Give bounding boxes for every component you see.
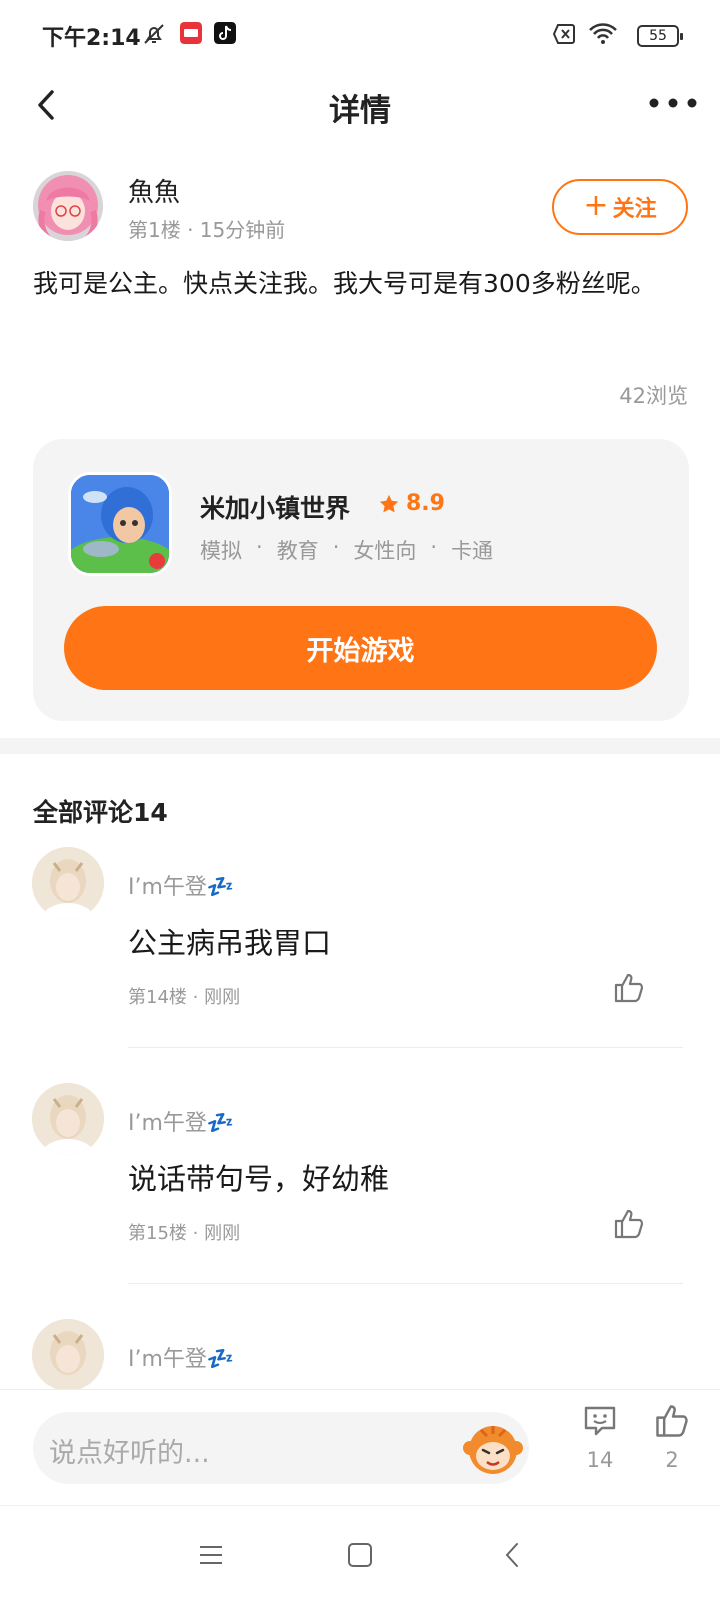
status-time: 下午2:14 bbox=[42, 26, 141, 51]
comment-meta: 第15楼 · 刚刚 bbox=[128, 1223, 241, 1244]
comments-title: 全部评论14 bbox=[33, 798, 168, 827]
comment-divider bbox=[128, 1047, 683, 1048]
comment-input[interactable]: 说点好听的... bbox=[33, 1412, 529, 1484]
page-title: 详情 bbox=[329, 93, 391, 129]
game-tag: 模拟 bbox=[200, 539, 242, 563]
comment-bubble-icon bbox=[584, 1406, 616, 1436]
tag-separator: · bbox=[256, 535, 263, 559]
follow-label: 关注 bbox=[612, 197, 657, 222]
comment-divider bbox=[128, 1283, 683, 1284]
more-dots-icon[interactable] bbox=[648, 92, 698, 114]
wifi-icon bbox=[589, 23, 617, 44]
comment-text: 公主病吊我胃口 bbox=[128, 926, 332, 960]
post-meta: 第1楼 · 15分钟前 bbox=[128, 218, 286, 242]
comment-bar: 说点好听的... 14 2 bbox=[0, 1389, 720, 1505]
star-icon bbox=[379, 494, 399, 512]
follow-button[interactable]: + 关注 bbox=[552, 179, 688, 235]
tag-separator: · bbox=[332, 535, 340, 559]
no-sim-icon bbox=[552, 24, 575, 44]
game-rating: 8.9 bbox=[378, 491, 445, 516]
thumbs-up-icon[interactable] bbox=[612, 971, 646, 1005]
comment-count-button[interactable]: 14 bbox=[575, 1402, 625, 1472]
home-square-icon[interactable] bbox=[345, 1540, 375, 1570]
rating-value: 8.9 bbox=[406, 491, 445, 516]
commenter-avatar[interactable] bbox=[32, 1083, 104, 1155]
like-count-button[interactable]: 2 bbox=[647, 1402, 697, 1472]
app-red-icon bbox=[180, 22, 202, 44]
menu-icon[interactable] bbox=[196, 1540, 226, 1570]
like-count: 2 bbox=[665, 1448, 679, 1472]
thumbs-up-icon[interactable] bbox=[612, 1207, 646, 1241]
thumbs-up-icon bbox=[656, 1405, 688, 1437]
section-divider bbox=[0, 738, 720, 754]
comment-count: 14 bbox=[586, 1448, 614, 1472]
back-icon[interactable] bbox=[498, 1540, 528, 1570]
post-content: 我可是公主。快点关注我。我大号可是有300多粉丝呢。 bbox=[33, 269, 656, 298]
comment-input-placeholder: 说点好听的... bbox=[49, 1438, 210, 1469]
comment-meta: 第14楼 · 刚刚 bbox=[128, 987, 241, 1008]
game-tag: 女性向 bbox=[353, 539, 417, 563]
game-tag: 卡通 bbox=[451, 539, 494, 563]
game-tag: 教育 bbox=[276, 539, 319, 563]
status-bar: 下午2:14 55 bbox=[0, 0, 720, 70]
commenter-name[interactable]: I’m午登💤 bbox=[128, 1105, 234, 1137]
monkey-mascot-icon[interactable] bbox=[463, 1418, 523, 1478]
comment-item: I’m午登💤 说话带句号，好幼稚 第15楼 · 刚刚 bbox=[0, 1083, 720, 1323]
system-nav-bar bbox=[0, 1505, 720, 1600]
author-name[interactable]: 魚魚 bbox=[128, 172, 180, 209]
author-avatar[interactable] bbox=[33, 171, 103, 241]
comment-item: I’m午登💤 公主病吊我胃口 第14楼 · 刚刚 bbox=[0, 847, 720, 1087]
tiktok-icon bbox=[214, 22, 236, 44]
view-count: 42浏览 bbox=[619, 384, 688, 408]
tag-separator: · bbox=[430, 535, 438, 559]
battery-indicator: 55 bbox=[637, 25, 683, 47]
commenter-name[interactable]: I’m午登💤 bbox=[128, 1341, 234, 1373]
plus-icon: + bbox=[583, 187, 609, 223]
top-header: 详情 bbox=[0, 70, 720, 160]
commenter-avatar[interactable] bbox=[32, 1319, 104, 1391]
game-app-icon[interactable] bbox=[68, 472, 172, 576]
comment-text: 说话带句号，好幼稚 bbox=[128, 1162, 390, 1196]
commenter-avatar[interactable] bbox=[32, 847, 104, 919]
game-name: 米加小镇世界 bbox=[200, 494, 351, 523]
play-game-button[interactable]: 开始游戏 bbox=[64, 606, 657, 690]
game-card[interactable]: 米加小镇世界 8.9 模拟 · 教育 · 女性向 · 卡通 开始游戏 bbox=[33, 439, 689, 721]
game-tags: 模拟 · 教育 · 女性向 · 卡通 bbox=[200, 535, 493, 565]
bell-mute-icon bbox=[144, 24, 164, 44]
commenter-name[interactable]: I’m午登💤 bbox=[128, 869, 234, 901]
